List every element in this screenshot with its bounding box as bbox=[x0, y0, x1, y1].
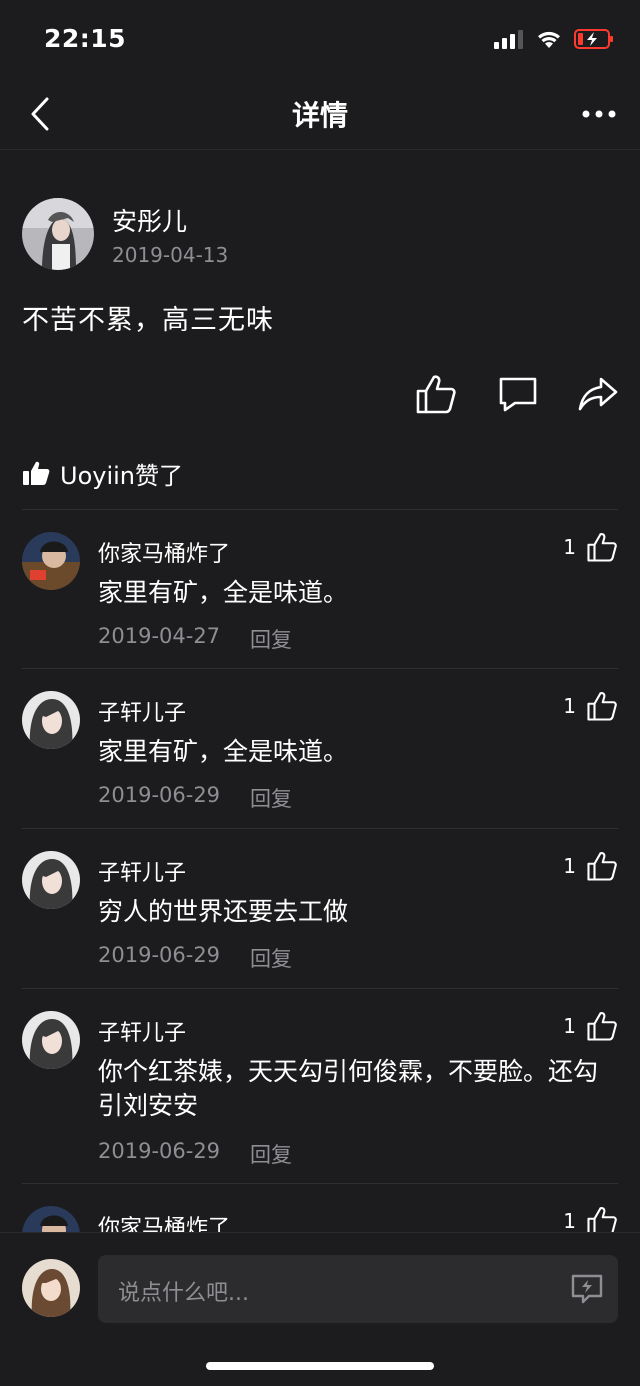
comment-like-button[interactable]: 1 bbox=[563, 532, 618, 562]
comment-item: 子轩儿子 家里有矿，全是味道。 2019-06-29 回复 1 bbox=[0, 669, 640, 827]
comment-date: 2019-04-27 bbox=[98, 624, 221, 648]
more-dots-icon bbox=[582, 110, 616, 118]
post-author-avatar[interactable] bbox=[22, 198, 94, 270]
comment-bubble-icon bbox=[499, 377, 537, 412]
reply-button[interactable]: 回复 bbox=[250, 624, 292, 654]
thumbs-up-icon bbox=[416, 375, 456, 414]
comment-like-count: 1 bbox=[563, 694, 576, 718]
comment-text: 家里有矿，全是味道。 bbox=[98, 578, 349, 607]
share-arrow-icon bbox=[578, 377, 618, 411]
commenter-avatar[interactable] bbox=[22, 851, 80, 909]
thumbs-up-icon bbox=[587, 692, 617, 721]
post-comment-button[interactable] bbox=[496, 372, 540, 416]
commenter-avatar[interactable] bbox=[22, 532, 80, 590]
reply-button[interactable]: 回复 bbox=[250, 1139, 292, 1169]
commenter-avatar[interactable] bbox=[22, 1206, 80, 1232]
commenter-name[interactable]: 子轩儿子 bbox=[98, 855, 186, 887]
thumbs-up-icon bbox=[587, 1207, 617, 1232]
comment-date: 2019-06-29 bbox=[98, 943, 221, 967]
status-icons bbox=[494, 28, 614, 50]
avatar-photo bbox=[22, 532, 80, 590]
comment-meta: 2019-06-29 回复 bbox=[98, 783, 292, 813]
commenter-name[interactable]: 子轩儿子 bbox=[98, 695, 186, 727]
post-share-button[interactable] bbox=[576, 372, 620, 416]
likes-row[interactable]: Uoyiin赞了 bbox=[22, 456, 183, 490]
comment-item: 你家马桶炸了 1 bbox=[0, 1184, 640, 1232]
emoji-keyboard-button[interactable] bbox=[570, 1273, 604, 1305]
comment-like-button[interactable]: 1 bbox=[563, 1206, 618, 1232]
comment-input-placeholder: 说点什么吧... bbox=[118, 1281, 249, 1306]
comment-like-count: 1 bbox=[563, 1014, 576, 1038]
nav-bar: 详情 bbox=[0, 80, 640, 150]
commenter-name[interactable]: 你家马桶炸了 bbox=[98, 1210, 230, 1232]
thumbs-up-filled-icon bbox=[23, 461, 50, 485]
post-author-name[interactable]: 安彤儿 bbox=[112, 202, 187, 238]
wifi-icon bbox=[538, 31, 560, 48]
home-indicator bbox=[206, 1362, 434, 1370]
comment-like-button[interactable]: 1 bbox=[563, 851, 618, 881]
comment-like-count: 1 bbox=[563, 535, 576, 559]
commenter-name[interactable]: 子轩儿子 bbox=[98, 1015, 186, 1047]
post-like-button[interactable] bbox=[414, 372, 458, 416]
emoji-keyboard-icon bbox=[571, 1274, 603, 1304]
thumbs-up-icon bbox=[587, 1012, 617, 1041]
comment-text: 穷人的世界还要去工做 bbox=[98, 897, 349, 926]
reply-button[interactable]: 回复 bbox=[250, 943, 292, 973]
comment-like-button[interactable]: 1 bbox=[563, 1011, 618, 1041]
post-date: 2019-04-13 bbox=[112, 243, 229, 267]
commenter-name[interactable]: 你家马桶炸了 bbox=[98, 536, 230, 568]
avatar-photo bbox=[22, 1206, 80, 1232]
comment-item: 子轩儿子 穷人的世界还要去工做 2019-06-29 回复 1 bbox=[0, 829, 640, 987]
reply-button[interactable]: 回复 bbox=[250, 783, 292, 813]
avatar-photo bbox=[22, 1259, 80, 1317]
thumbs-up-icon bbox=[587, 852, 617, 881]
comment-item: 你家马桶炸了 家里有矿，全是味道。 2019-04-27 回复 1 bbox=[0, 510, 640, 668]
status-bar: 22:15 bbox=[0, 0, 640, 80]
avatar-photo bbox=[22, 198, 94, 270]
more-button[interactable] bbox=[576, 94, 622, 134]
comment-date: 2019-06-29 bbox=[98, 783, 221, 807]
comment-input[interactable]: 说点什么吧... bbox=[98, 1255, 618, 1323]
avatar-photo bbox=[22, 691, 80, 749]
comment-date: 2019-06-29 bbox=[98, 1139, 221, 1163]
battery-icon bbox=[574, 29, 613, 49]
likes-text: Uoyiin赞了 bbox=[60, 461, 183, 490]
my-avatar[interactable] bbox=[22, 1259, 80, 1317]
detail-page: 22:15 详情 安彤儿 2019-04-13 不苦不累，高三无味 Uoyiin… bbox=[0, 0, 640, 1386]
post-content: 不苦不累，高三无味 bbox=[22, 305, 274, 336]
thumbs-up-icon bbox=[587, 533, 617, 562]
status-time: 22:15 bbox=[44, 24, 127, 53]
avatar-photo bbox=[22, 1011, 80, 1069]
comment-like-count: 1 bbox=[563, 854, 576, 878]
comment-text: 你个红茶婊，天天勾引何俊霖，不要脸。还勾引刘安安 bbox=[98, 1057, 599, 1120]
page-title: 详情 bbox=[291, 99, 348, 132]
comment-item: 子轩儿子 你个红茶婊，天天勾引何俊霖，不要脸。还勾引刘安安 2019-06-29… bbox=[0, 989, 640, 1183]
comment-meta: 2019-04-27 回复 bbox=[98, 624, 292, 654]
commenter-avatar[interactable] bbox=[22, 691, 80, 749]
comment-meta: 2019-06-29 回复 bbox=[98, 943, 292, 973]
comment-like-button[interactable]: 1 bbox=[563, 691, 618, 721]
comment-like-count: 1 bbox=[563, 1209, 576, 1232]
comment-text: 家里有矿，全是味道。 bbox=[98, 737, 349, 766]
commenter-avatar[interactable] bbox=[22, 1011, 80, 1069]
avatar-photo bbox=[22, 851, 80, 909]
comment-meta: 2019-06-29 回复 bbox=[98, 1139, 292, 1169]
signal-icon bbox=[494, 30, 523, 49]
